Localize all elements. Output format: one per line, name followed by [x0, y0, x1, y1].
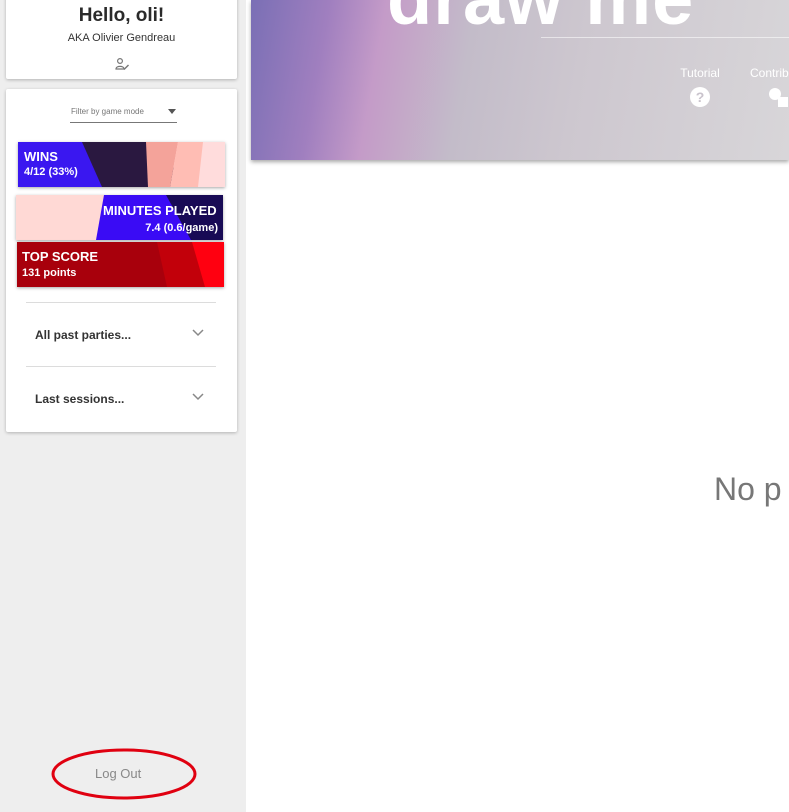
filter-placeholder: Filter by game mode [71, 107, 144, 116]
top-score-banner: TOP SCORE 131 points [17, 242, 224, 287]
game-mode-filter[interactable]: Filter by game mode [70, 101, 177, 123]
nav-contribute-label: Contrib [750, 66, 789, 80]
nav-tutorial-label: Tutorial [680, 66, 720, 80]
nav-contribute[interactable]: Contrib [750, 66, 789, 110]
wins-value: 4/12 (33%) [24, 166, 78, 178]
accordion-label: Last sessions... [35, 392, 125, 406]
aka-name: AKA Olivier Gendreau [67, 32, 176, 44]
shapes-icon [769, 88, 788, 107]
sidebar: Hello, oli! AKA Olivier Gendreau Filter … [0, 0, 246, 812]
top-score-value: 131 points [22, 267, 77, 279]
top-score-title: TOP SCORE [22, 249, 99, 264]
divider [26, 366, 216, 367]
edit-person-icon[interactable] [115, 57, 129, 71]
stats-card: Filter by game mode WINS 4/12 (33%) MINU… [6, 89, 237, 432]
accordion-label: All past parties... [35, 328, 132, 342]
divider [26, 302, 216, 303]
chevron-down-icon [192, 393, 204, 401]
empty-state-message: No p [714, 471, 782, 507]
profile-card: Hello, oli! AKA Olivier Gendreau [6, 0, 237, 79]
accordion-past-parties[interactable]: All past parties... [34, 323, 204, 347]
help-icon: ? [690, 87, 710, 107]
svg-text:?: ? [696, 89, 705, 105]
hero-divider [541, 37, 789, 38]
logout-button[interactable]: Log Out [95, 766, 141, 781]
hero-title: draw me [387, 0, 694, 41]
greeting: Hello, oli! [78, 5, 165, 26]
nav-tutorial[interactable]: Tutorial ? [676, 66, 724, 110]
wins-banner: WINS 4/12 (33%) [18, 142, 225, 187]
minutes-played-value: 7.4 (0.6/game) [145, 222, 218, 234]
dropdown-caret-icon [168, 109, 176, 114]
minutes-played-title: MINUTES PLAYED [103, 203, 217, 218]
hero-banner: draw me Tutorial ? Contrib [251, 0, 789, 160]
chevron-down-icon [192, 329, 204, 337]
minutes-played-banner: MINUTES PLAYED 7.4 (0.6/game) [16, 195, 223, 240]
accordion-last-sessions[interactable]: Last sessions... [34, 387, 204, 411]
wins-title: WINS [24, 149, 58, 164]
